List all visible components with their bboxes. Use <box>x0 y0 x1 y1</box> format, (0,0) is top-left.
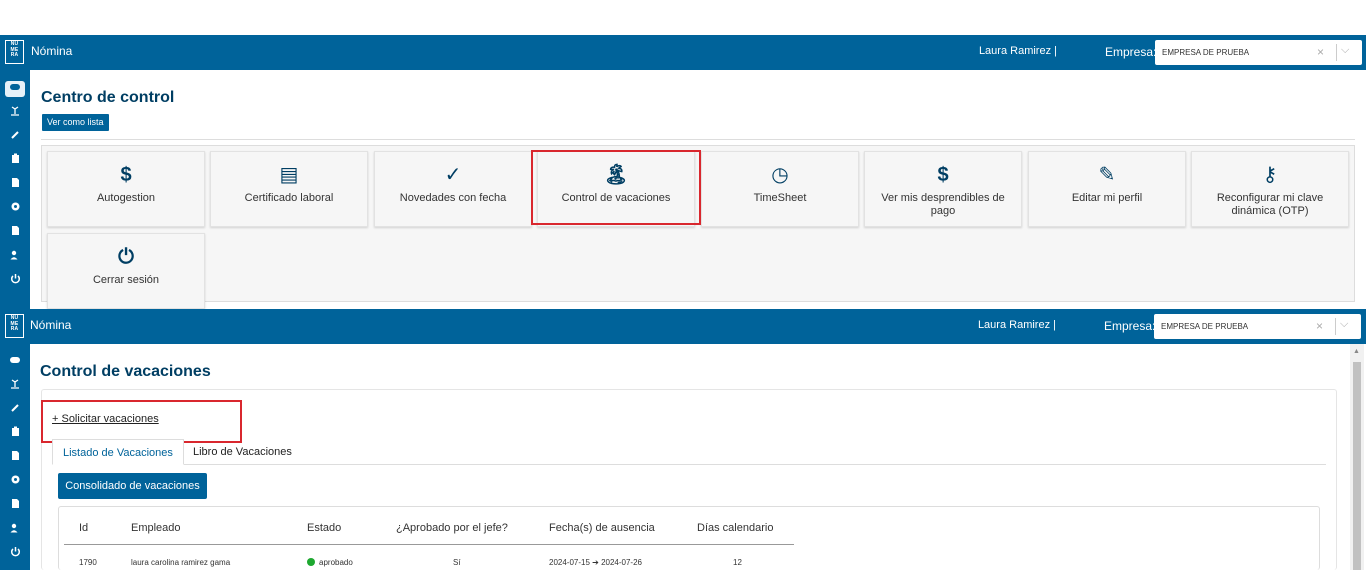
sidebar <box>0 70 30 310</box>
vacations-table <box>58 506 1320 570</box>
table-header-divider <box>64 544 794 545</box>
select-separator <box>1336 44 1337 61</box>
clipboard-icon[interactable] <box>5 153 25 169</box>
cell-days: 12 <box>733 558 742 567</box>
user-name[interactable]: Laura Ramirez | <box>979 45 1057 57</box>
brush-icon[interactable] <box>5 129 25 145</box>
highlight-box-2 <box>41 400 242 443</box>
power-icon[interactable] <box>5 546 25 562</box>
status-text: aprobado <box>319 558 353 567</box>
consolidated-vacations-button[interactable]: Consolidado de vacaciones <box>58 473 207 499</box>
brush-icon[interactable] <box>5 402 25 418</box>
cell-employee: laura carolina ramirez gama <box>131 558 231 567</box>
column-header-aprobado[interactable]: ¿Aprobado por el jefe? <box>396 522 508 534</box>
sidebar-2 <box>0 344 30 570</box>
user-edit-icon[interactable] <box>5 249 25 265</box>
column-header-fechas[interactable]: Fecha(s) de ausencia <box>549 522 655 534</box>
app-name: Nómina <box>30 318 72 332</box>
column-header-dias[interactable]: Días calendario <box>697 522 773 534</box>
file-icon[interactable] <box>5 450 25 466</box>
island-icon[interactable] <box>5 105 25 121</box>
card-label: Autogestion <box>96 192 156 204</box>
power-icon: ⏻ <box>118 246 134 268</box>
top-navbar: NU ME RA Nómina Laura Ramirez | Empresa:… <box>0 35 1366 70</box>
certificate-icon: ▤ <box>279 164 299 186</box>
card-label: Reconfigurar mi clave dinámica (OTP) <box>1216 192 1324 217</box>
file-dollar-icon[interactable] <box>5 225 25 241</box>
cell-dates: 2024-07-15 ➔ 2024-07-26 <box>549 558 642 567</box>
numera-logo[interactable]: NU ME RA <box>5 314 24 338</box>
file-dollar-icon[interactable] <box>5 498 25 514</box>
column-header-empleado[interactable]: Empleado <box>131 522 181 534</box>
company-select[interactable]: EMPRESA DE PRUEBA × ⌵ <box>1155 40 1362 65</box>
card-novedades-con-fecha[interactable]: ✓ Novedades con fecha <box>374 151 532 227</box>
logo-text: NU ME RA <box>10 41 19 58</box>
clipboard-icon[interactable] <box>5 426 25 442</box>
company-select-value: EMPRESA DE PRUEBA <box>1162 48 1250 57</box>
gamepad-icon[interactable] <box>5 81 25 97</box>
gear-icon[interactable] <box>5 474 25 490</box>
company-select-value: EMPRESA DE PRUEBA <box>1161 322 1249 331</box>
card-label: Novedades con fecha <box>399 192 507 204</box>
column-header-estado[interactable]: Estado <box>307 522 341 534</box>
card-label: Certificado laboral <box>244 192 334 204</box>
card-reconfigurar-mi-clave-din-mica-otp[interactable]: ⚷ Reconfigurar mi clave dinámica (OTP) <box>1191 151 1349 227</box>
key-icon: ⚷ <box>1262 164 1278 186</box>
briefcase-clock-icon: ◷ <box>771 164 789 186</box>
card-label: Ver mis desprendibles de pago <box>881 192 1005 217</box>
vertical-scrollbar[interactable]: ▲ <box>1350 344 1364 570</box>
vacations-title: Control de vacaciones <box>40 363 211 380</box>
card-timesheet[interactable]: ◷ TimeSheet <box>701 151 859 227</box>
power-icon[interactable] <box>5 273 25 289</box>
cell-id: 1790 <box>79 558 97 567</box>
card-label: Editar mi perfil <box>1071 192 1143 204</box>
cell-approved: Sí <box>453 558 461 567</box>
scrollbar-thumb[interactable] <box>1353 362 1361 570</box>
company-label: Empresa: <box>1104 319 1156 333</box>
scroll-up-icon[interactable]: ▲ <box>1353 348 1360 355</box>
user-edit-icon[interactable] <box>5 522 25 538</box>
file-dollar-icon: $ <box>120 164 132 186</box>
gamepad-icon[interactable] <box>5 354 25 370</box>
chevron-down-icon[interactable]: ⌵ <box>1341 44 1349 57</box>
gear-icon[interactable] <box>5 201 25 217</box>
file-dollar-icon: $ <box>937 164 949 186</box>
top-navbar-2: NU ME RA Nómina Laura Ramirez | Empresa:… <box>0 309 1366 344</box>
vacations-tabs: Listado de Vacaciones Libro de Vacacione… <box>52 439 1326 465</box>
cell-status: aprobado <box>307 558 353 567</box>
app-name: Nómina <box>31 44 73 58</box>
card-editar-mi-perfil[interactable]: ✎ Editar mi perfil <box>1028 151 1186 227</box>
card-ver-mis-desprendibles-de-pago[interactable]: $ Ver mis desprendibles de pago <box>864 151 1022 227</box>
tab-libro-vacaciones[interactable]: Libro de Vacaciones <box>183 439 302 465</box>
tab-listado-vacaciones[interactable]: Listado de Vacaciones <box>52 439 184 465</box>
file-icon[interactable] <box>5 177 25 193</box>
user-edit-icon: ✎ <box>1098 164 1116 186</box>
clear-icon[interactable]: × <box>1316 319 1323 333</box>
highlight-box <box>531 150 701 225</box>
column-header-id[interactable]: Id <box>79 522 88 534</box>
card-autogestion[interactable]: $ Autogestion <box>47 151 205 227</box>
select-separator <box>1335 318 1336 335</box>
island-icon[interactable] <box>5 378 25 394</box>
company-select[interactable]: EMPRESA DE PRUEBA × ⌵ <box>1154 314 1361 339</box>
chevron-down-icon[interactable]: ⌵ <box>1340 318 1348 331</box>
clear-icon[interactable]: × <box>1317 45 1324 59</box>
company-label: Empresa: <box>1105 45 1157 59</box>
card-certificado-laboral[interactable]: ▤ Certificado laboral <box>210 151 368 227</box>
view-as-list-button[interactable]: Ver como lista <box>42 114 109 131</box>
card-label: Cerrar sesión <box>92 274 160 286</box>
card-label: TimeSheet <box>753 192 807 204</box>
numera-logo[interactable]: NU ME RA <box>5 40 24 64</box>
user-name[interactable]: Laura Ramirez | <box>978 319 1056 331</box>
divider <box>41 139 1355 140</box>
logo-text: NU ME RA <box>10 315 19 332</box>
card-cerrar-sesi-n[interactable]: ⏻ Cerrar sesión <box>47 233 205 309</box>
calendar-check-icon: ✓ <box>444 164 462 186</box>
status-dot <box>307 558 315 566</box>
page-title: Centro de control <box>41 89 175 106</box>
